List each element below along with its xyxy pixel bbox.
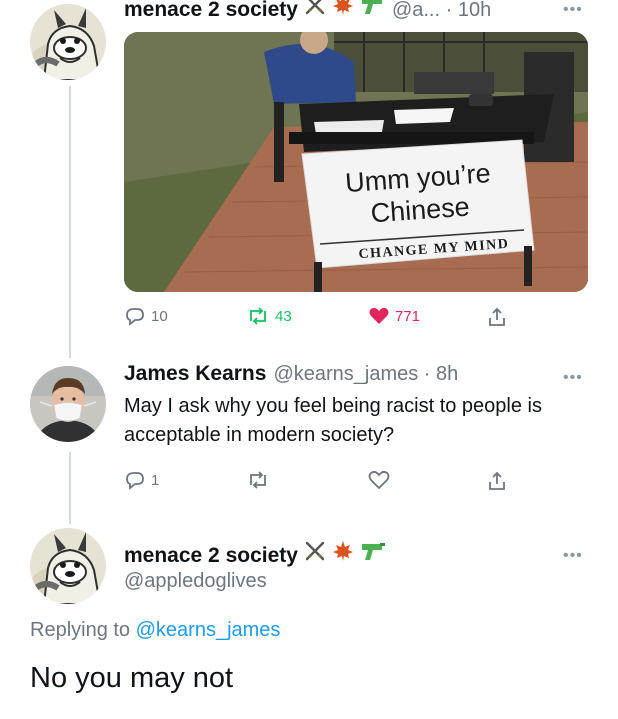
retweet-icon [250,471,266,489]
share-icon [489,307,505,326]
tweet-time[interactable]: 10h [458,0,491,22]
share-button[interactable] [486,306,508,328]
avatar[interactable] [30,366,106,442]
retweet-count: 43 [275,307,292,325]
separator: · [418,363,437,385]
author-handle[interactable]: @a... [392,0,440,22]
retweet-icon [250,307,266,325]
author-handle[interactable]: @appledoglives [124,570,267,593]
reply-button[interactable]: 1 [124,470,159,490]
crossed-swords-icon [304,540,326,566]
heart-outline-icon [368,470,390,490]
water-pistol-icon [360,0,386,20]
water-pistol-icon [360,540,386,566]
author-name[interactable]: menace 2 society [124,0,298,22]
retweet-button[interactable] [246,470,270,490]
replying-to: Replying to @kearns_james [30,619,280,642]
author-name[interactable]: James Kearns [124,362,266,386]
tweet-header: menace 2 society @a... · 10h [124,0,491,22]
like-button[interactable]: 771 [368,306,420,326]
retweet-button[interactable]: 43 [246,306,292,326]
action-bar: 1 [124,470,594,498]
tweet-media[interactable]: Umm you’re Chinese CHANGE MY MIND [124,32,588,292]
heart-filled-icon [369,307,389,324]
thread-line [69,452,71,524]
tweet-text: No you may not [30,662,234,694]
reply-button[interactable]: 10 [124,306,168,326]
avatar[interactable] [30,4,106,80]
author-handle[interactable]: @kearns_james [273,363,418,386]
reply-icon [126,308,144,326]
more-icon[interactable]: ••• [563,2,583,18]
maple-leaf-icon [332,540,354,566]
replying-handle-link[interactable]: @kearns_james [136,619,281,641]
like-button[interactable] [368,470,390,490]
tweet-text: May I ask why you feel being racist to p… [124,395,542,446]
more-icon[interactable]: ••• [563,548,583,564]
action-bar: 10 43 771 [124,306,594,334]
tweet-time[interactable]: 8h [436,363,458,386]
share-button[interactable] [486,470,508,492]
share-icon [489,471,505,490]
maple-leaf-icon [332,0,354,20]
author-name[interactable]: menace 2 society [124,544,298,568]
reply-count: 10 [151,307,168,325]
crossed-swords-icon [304,0,326,20]
like-count: 771 [395,307,421,325]
replying-prefix: Replying to [30,619,131,641]
reply-count: 1 [151,471,160,489]
tweet-header: James Kearns @kearns_james · 8h [124,362,458,386]
separator: · [440,0,458,21]
reply-icon [126,472,144,490]
more-icon[interactable]: ••• [563,370,583,386]
avatar[interactable] [30,528,106,604]
thread-line [69,86,71,358]
tweet-header: menace 2 society [124,540,386,568]
